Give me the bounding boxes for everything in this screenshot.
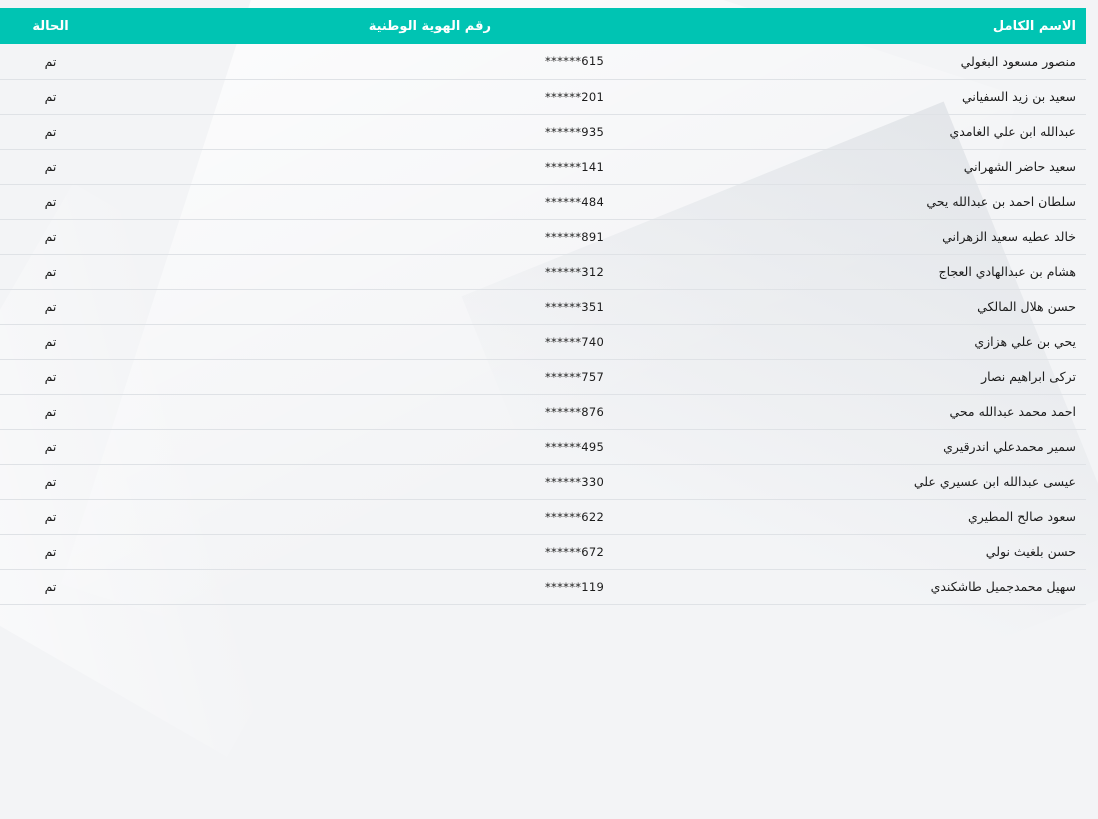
cell-status: تم	[44, 159, 57, 174]
cell-national-id: ******935	[545, 124, 605, 139]
table-header-row: الاسم الكامل رقم الهوية الوطنية الحالة	[0, 8, 1086, 44]
column-header-national-id[interactable]: رقم الهوية الوطنية	[101, 8, 501, 44]
cell-national-id: ******757	[545, 369, 605, 384]
table-body: منصور مسعود البغولي ******615 تم سعيد بن…	[0, 44, 1086, 604]
table-row: سهيل محمدجميل طاشكندي ******119 تم	[0, 569, 1086, 604]
cell-status: تم	[44, 264, 57, 279]
column-header-status[interactable]: الحالة	[0, 8, 101, 44]
cell-status: تم	[44, 404, 57, 419]
cell-national-id: ******672	[545, 544, 605, 559]
cell-status: تم	[44, 89, 57, 104]
table-row: سعود صالح المطيري ******622 تم	[0, 499, 1086, 534]
cell-national-id: ******891	[545, 229, 605, 244]
cell-national-id: ******330	[545, 474, 605, 489]
table-row: سعيد بن زيد السفياني ******201 تم	[0, 79, 1086, 114]
cell-national-id: ******484	[545, 194, 605, 209]
cell-status: تم	[44, 474, 57, 489]
table-row: خالد عطيه سعيد الزهراني ******891 تم	[0, 219, 1086, 254]
table-row: هشام بن عبدالهادي العجاج ******312 تم	[0, 254, 1086, 289]
cell-status: تم	[44, 579, 57, 594]
cell-national-id: ******351	[545, 299, 605, 314]
table-row: سعيد حاضر الشهراني ******141 تم	[0, 149, 1086, 184]
cell-national-id: ******740	[545, 334, 605, 349]
table-row: حسن بلغيث نولي ******672 تم	[0, 534, 1086, 569]
cell-status: تم	[44, 124, 57, 139]
table-row: عبدالله ابن علي الغامدي ******935 تم	[0, 114, 1086, 149]
cell-status: تم	[44, 544, 57, 559]
cell-national-id: ******201	[545, 89, 605, 104]
table-row: عيسى عبدالله ابن عسيري علي ******330 تم	[0, 464, 1086, 499]
table-row: حسن هلال المالكي ******351 تم	[0, 289, 1086, 324]
cell-national-id: ******141	[545, 159, 605, 174]
cell-status: تم	[44, 334, 57, 349]
table-row: سمير محمدعلي اندرقيري ******495 تم	[0, 429, 1086, 464]
cell-national-id: ******119	[545, 579, 605, 594]
records-table: الاسم الكامل رقم الهوية الوطنية الحالة م…	[0, 8, 1086, 605]
cell-status: تم	[44, 509, 57, 524]
table-row: احمد محمد عبدالله محي ******876 تم	[0, 394, 1086, 429]
table-row: منصور مسعود البغولي ******615 تم	[0, 44, 1086, 79]
cell-status: تم	[44, 439, 57, 454]
cell-national-id: ******622	[545, 509, 605, 524]
cell-status: تم	[44, 229, 57, 244]
table-header: الاسم الكامل رقم الهوية الوطنية الحالة	[0, 8, 1086, 44]
cell-status: تم	[44, 194, 57, 209]
table-row: سلطان احمد بن عبدالله يحي ******484 تم	[0, 184, 1086, 219]
table-row: يحي بن علي هزازي ******740 تم	[0, 324, 1086, 359]
cell-national-id: ******495	[545, 439, 605, 454]
cell-national-id: ******312	[545, 264, 605, 279]
cell-national-id: ******615	[545, 54, 605, 69]
table-row: تركى ابراهيم نصار ******757 تم	[0, 359, 1086, 394]
cell-status: تم	[44, 53, 57, 69]
records-table-container: الاسم الكامل رقم الهوية الوطنية الحالة م…	[0, 8, 1086, 605]
cell-status: تم	[44, 369, 57, 384]
cell-national-id: ******876	[545, 404, 605, 419]
cell-status: تم	[44, 299, 57, 314]
column-header-full-name[interactable]: الاسم الكامل	[501, 8, 1086, 44]
